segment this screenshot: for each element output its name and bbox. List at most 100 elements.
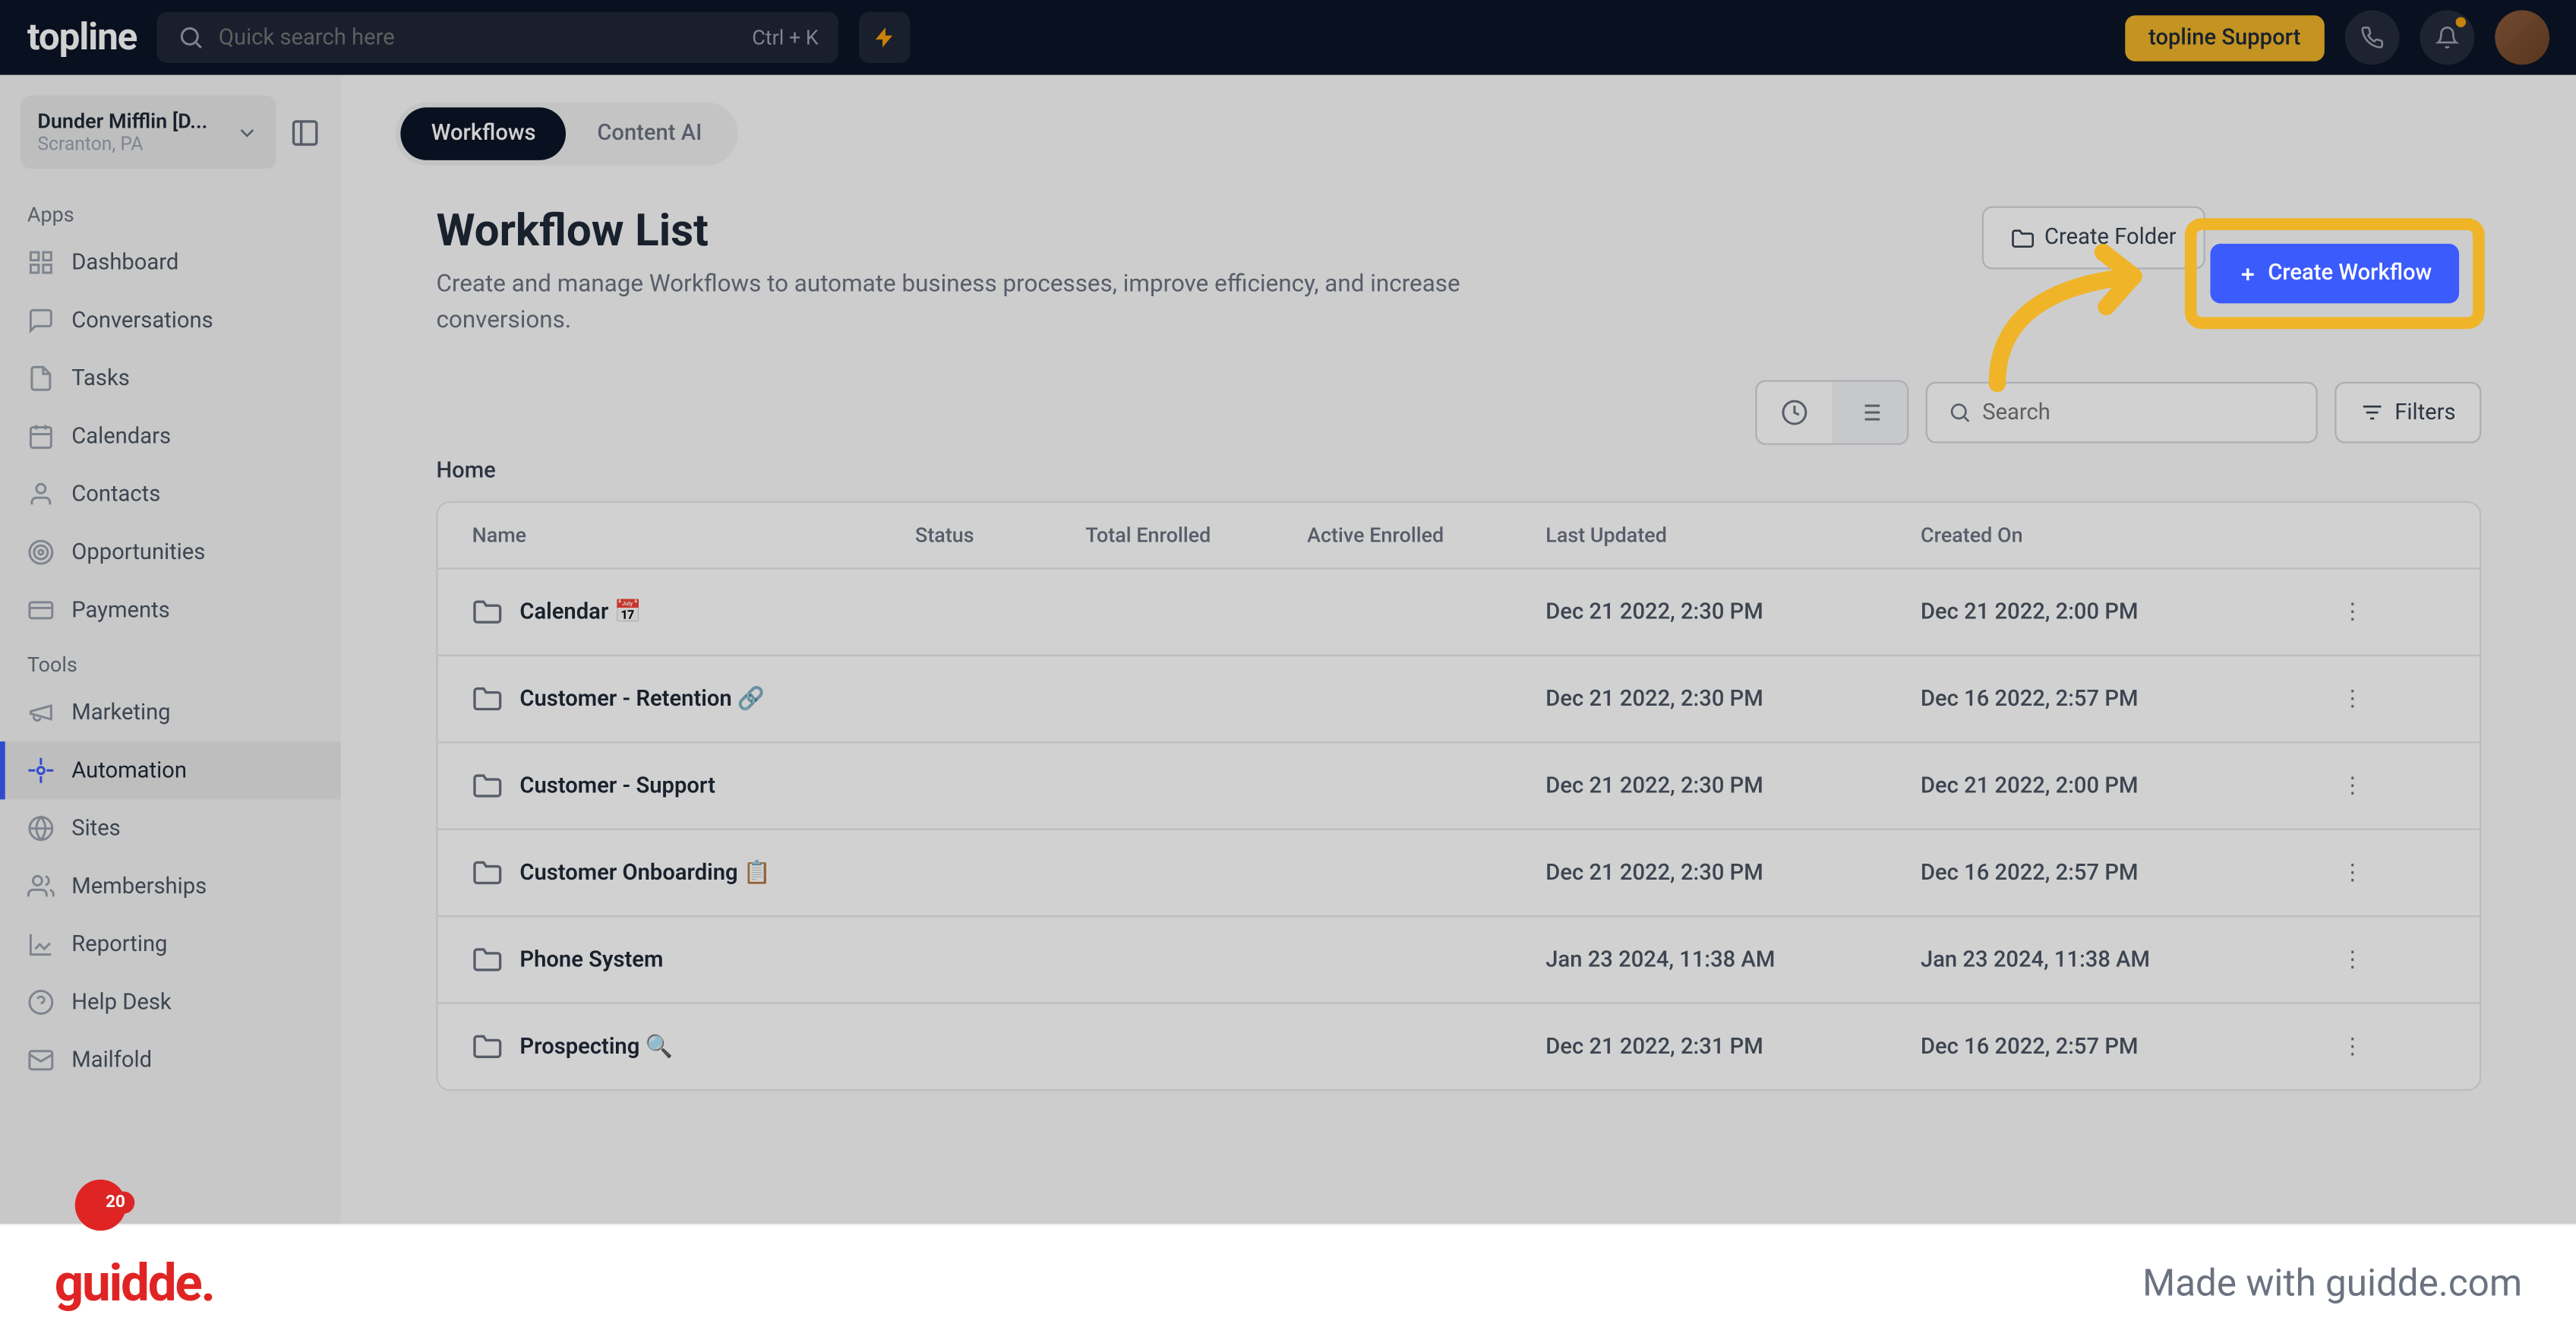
bell-icon [2436, 26, 2459, 49]
notification-badge: 20 [96, 1192, 136, 1214]
row-updated: Dec 21 2022, 2:30 PM [1545, 599, 1921, 625]
user-avatar[interactable] [2495, 10, 2549, 65]
table-row[interactable]: Customer - Support Dec 21 2022, 2:30 PM … [438, 743, 2480, 830]
nav-memberships[interactable]: Memberships [0, 858, 341, 915]
tutorial-highlight: Create Workflow [2184, 218, 2484, 329]
col-created: Created On [1921, 523, 2262, 547]
row-created: Dec 21 2022, 2:00 PM [1921, 599, 2262, 625]
page-subtitle: Create and manage Workflows to automate … [436, 267, 1561, 339]
row-created: Dec 16 2022, 2:57 PM [1921, 1034, 2262, 1060]
calendar-icon [27, 423, 55, 450]
org-selector[interactable]: Dunder Mifflin [D... Scranton, PA [21, 96, 276, 169]
row-more-button[interactable]: ⋮ [2262, 1034, 2364, 1060]
chart-icon [27, 931, 55, 958]
row-name: Customer Onboarding 📋 [519, 860, 771, 886]
view-list-button[interactable] [1833, 382, 1908, 444]
search-icon [1948, 400, 1971, 424]
table-row[interactable]: Calendar 📅 Dec 21 2022, 2:30 PM Dec 21 2… [438, 569, 2480, 656]
search-input[interactable] [219, 25, 738, 51]
row-created: Dec 21 2022, 2:00 PM [1921, 773, 2262, 799]
filters-button[interactable]: Filters [2335, 382, 2481, 444]
filter-icon [2360, 400, 2384, 424]
nav-sites[interactable]: Sites [0, 799, 341, 857]
nav-calendars[interactable]: Calendars [0, 407, 341, 465]
table-row[interactable]: Customer - Retention 🔗 Dec 21 2022, 2:30… [438, 656, 2480, 743]
nav-tasks[interactable]: Tasks [0, 349, 341, 407]
chat-icon [27, 307, 55, 334]
nav-mailfold[interactable]: Mailfold [0, 1032, 341, 1089]
workflow-table: Name Status Total Enrolled Active Enroll… [436, 501, 2481, 1091]
nav-automation[interactable]: Automation [0, 741, 341, 799]
row-more-button[interactable]: ⋮ [2262, 860, 2364, 886]
tab-content-ai[interactable]: Content AI [567, 107, 733, 160]
folder-icon [472, 684, 503, 714]
breadcrumb[interactable]: Home [396, 459, 2523, 501]
tabs: Workflows Content AI [396, 103, 738, 166]
table-row[interactable]: Customer Onboarding 📋 Dec 21 2022, 2:30 … [438, 830, 2480, 917]
users-icon [27, 873, 55, 900]
phone-icon [2360, 26, 2384, 49]
row-more-button[interactable]: ⋮ [2262, 947, 2364, 973]
view-recent-button[interactable] [1757, 382, 1833, 444]
nav-dashboard[interactable]: Dashboard [0, 233, 341, 291]
row-more-button[interactable]: ⋮ [2262, 599, 2364, 625]
logo: topline [27, 16, 137, 58]
section-apps: Apps [0, 189, 341, 233]
table-search-input[interactable] [1982, 400, 2296, 425]
row-more-button[interactable]: ⋮ [2262, 686, 2364, 712]
nav-conversations[interactable]: Conversations [0, 292, 341, 349]
user-icon [27, 481, 55, 508]
row-created: Dec 16 2022, 2:57 PM [1921, 686, 2262, 712]
gear-icon [27, 757, 55, 784]
app-header: topline Ctrl + K topline Support [0, 0, 2576, 75]
globe-icon [27, 815, 55, 842]
search-icon [178, 24, 205, 51]
page-title: Workflow List [436, 207, 1561, 258]
row-more-button[interactable]: ⋮ [2262, 773, 2364, 799]
table-row[interactable]: Phone System Jan 23 2024, 11:38 AM Jan 2… [438, 917, 2480, 1003]
list-icon [1856, 399, 1883, 426]
folder-icon [472, 944, 503, 975]
nav-payments[interactable]: Payments [0, 581, 341, 639]
tasks-icon [27, 365, 55, 392]
support-button[interactable]: topline Support [2125, 14, 2325, 61]
tab-workflows[interactable]: Workflows [400, 107, 567, 160]
folder-icon [472, 858, 503, 888]
global-search[interactable]: Ctrl + K [157, 12, 839, 63]
tutorial-arrow-icon [1981, 239, 2168, 392]
row-updated: Jan 23 2024, 11:38 AM [1545, 947, 1921, 973]
footer-text: Made with guidde.com [2142, 1263, 2522, 1306]
col-updated: Last Updated [1545, 523, 1921, 547]
megaphone-icon [27, 699, 55, 726]
notifications-button[interactable] [2420, 10, 2474, 65]
create-workflow-button[interactable]: Create Workflow [2210, 244, 2459, 304]
folder-icon [472, 770, 503, 801]
panel-toggle-icon[interactable] [289, 117, 320, 147]
col-status: Status [915, 523, 1085, 547]
nav-reporting[interactable]: Reporting [0, 915, 341, 973]
folder-icon [472, 1032, 503, 1062]
bolt-button[interactable] [860, 12, 911, 63]
row-name: Phone System [519, 947, 663, 973]
clock-icon [1781, 399, 1808, 426]
nav-marketing[interactable]: Marketing [0, 684, 341, 741]
dashboard-icon [27, 249, 55, 276]
nav-contacts[interactable]: Contacts [0, 466, 341, 523]
footer: guidde. Made with guidde.com [0, 1224, 2576, 1343]
row-name: Calendar 📅 [519, 599, 641, 625]
nav-helpdesk[interactable]: Help Desk [0, 973, 341, 1031]
row-name: Customer - Retention 🔗 [519, 686, 765, 712]
section-tools: Tools [0, 640, 341, 684]
row-name: Customer - Support [519, 773, 715, 799]
card-icon [27, 596, 55, 624]
row-updated: Dec 21 2022, 2:30 PM [1545, 773, 1921, 799]
help-icon [27, 989, 55, 1016]
table-row[interactable]: Prospecting 🔍 Dec 21 2022, 2:31 PM Dec 1… [438, 1004, 2480, 1089]
phone-button[interactable] [2345, 10, 2400, 65]
view-toggle [1756, 380, 1909, 444]
search-shortcut: Ctrl + K [752, 26, 819, 49]
row-created: Jan 23 2024, 11:38 AM [1921, 947, 2262, 973]
folder-icon [472, 596, 503, 627]
mail-icon [27, 1047, 55, 1074]
nav-opportunities[interactable]: Opportunities [0, 523, 341, 581]
